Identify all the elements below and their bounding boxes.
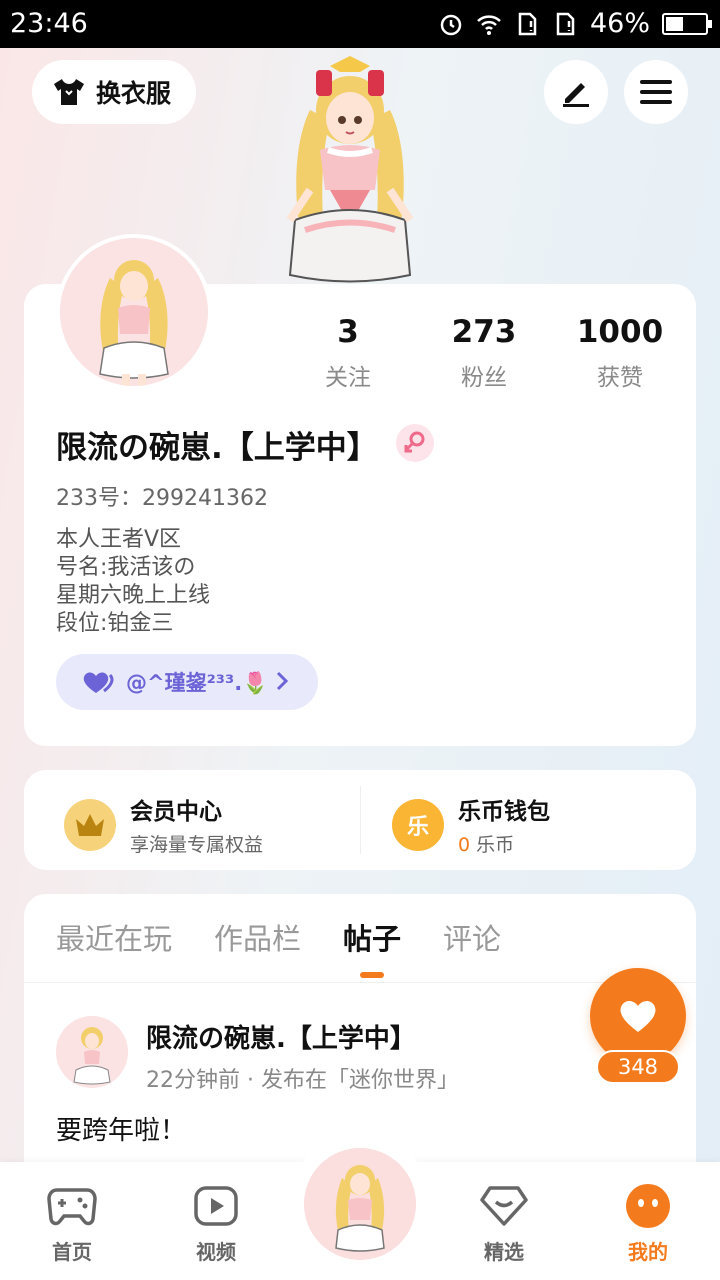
heart-badge-icon: [478, 1182, 530, 1230]
post-author-name[interactable]: 限流の碗崽.【上学中】: [146, 1018, 416, 1055]
female-gender-icon: [396, 424, 434, 462]
bio: 本人王者V区 号名:我活该の 星期六晚上上线 段位:铂金三: [56, 526, 210, 638]
nav-video[interactable]: 视频: [166, 1182, 266, 1265]
hamburger-icon: [640, 80, 672, 104]
tshirt-icon: [54, 79, 84, 105]
post-author-avatar[interactable]: [56, 1016, 128, 1088]
member-center-subtitle: 享海量专属权益: [130, 834, 264, 856]
nav-picks[interactable]: 精选: [454, 1182, 554, 1265]
bio-line: 本人王者V区: [56, 527, 182, 552]
profile-stats: 3 关注 273 粉丝 1000 获赞: [280, 314, 692, 392]
wallet-unit: 乐币: [476, 834, 515, 856]
avatar-image: [60, 238, 208, 386]
bio-line: 号名:我活该の: [56, 555, 196, 580]
play-icon: [190, 1182, 242, 1230]
face-icon: [622, 1182, 674, 1230]
stat-label: 粉丝: [461, 365, 507, 391]
stat-value: 273: [451, 314, 517, 350]
pen-icon: [563, 83, 589, 107]
profile-tabs: 最近在玩 作品栏 帖子 评论: [56, 916, 501, 978]
member-wallet-card: 会员中心 享海量专属权益 乐 乐币钱包 0 乐币: [24, 770, 696, 870]
alarm-icon: [440, 14, 462, 35]
battery-percent: 46%: [589, 8, 650, 39]
bio-line: 星期六晚上上线: [56, 583, 211, 608]
nav-label: 我的: [628, 1240, 668, 1264]
wallet-title: 乐币钱包: [458, 799, 550, 825]
stat-label: 关注: [325, 365, 371, 391]
bio-line: 段位:铂金三: [56, 611, 174, 636]
nav-mine[interactable]: 我的: [598, 1182, 698, 1265]
menu-button[interactable]: [624, 60, 688, 124]
user-id: 233号：299241362: [56, 486, 268, 511]
nav-label: 视频: [196, 1240, 236, 1264]
like-count: 348: [596, 1050, 680, 1084]
stat-label: 获赞: [597, 365, 643, 391]
divider: [24, 982, 696, 983]
stat-value: 3: [337, 314, 359, 350]
stat-value: 1000: [576, 314, 664, 350]
tab-works[interactable]: 作品栏: [214, 916, 301, 958]
coin-icon: 乐: [392, 798, 444, 851]
change-outfit-button[interactable]: 换衣服: [32, 60, 196, 124]
bond-partner-pill[interactable]: @^瑾鋆²³³.🌷: [56, 654, 318, 710]
nav-label: 首页: [52, 1240, 92, 1264]
edit-profile-button[interactable]: [544, 60, 608, 124]
sim2-icon: [556, 12, 575, 35]
tab-posts[interactable]: 帖子: [343, 916, 401, 978]
stat-likes[interactable]: 1000 获赞: [552, 314, 688, 392]
change-outfit-label: 换衣服: [96, 79, 172, 108]
avatar-character-figure[interactable]: [250, 50, 450, 286]
status-time: 23:46: [10, 8, 88, 39]
heart-icon: [620, 1000, 656, 1032]
sim1-icon: [518, 12, 537, 35]
stat-following[interactable]: 3 关注: [280, 314, 416, 392]
post-meta: 22分钟前 · 发布在「迷你世界」: [146, 1068, 459, 1093]
nav-center-avatar[interactable]: [304, 1148, 416, 1260]
tab-recently-played[interactable]: 最近在玩: [56, 916, 172, 958]
chevron-right-icon: [276, 671, 289, 691]
tab-comments[interactable]: 评论: [443, 916, 501, 958]
status-bar: 23:46 46%: [0, 0, 720, 48]
divider: [360, 786, 361, 854]
nav-home[interactable]: 首页: [22, 1182, 122, 1265]
bond-partner-name: @^瑾鋆²³³.🌷: [126, 671, 269, 695]
post-text[interactable]: 要跨年啦！: [56, 1110, 186, 1147]
wifi-icon: [477, 14, 501, 35]
wallet-entry[interactable]: 乐 乐币钱包 0 乐币: [392, 792, 550, 857]
username: 限流の碗崽.【上学中】: [56, 430, 378, 466]
avatar[interactable]: [56, 234, 212, 390]
crown-icon: [64, 798, 116, 851]
double-heart-icon: [83, 672, 114, 693]
battery-icon: [662, 12, 712, 35]
wallet-amount: 0: [458, 834, 471, 856]
member-center-entry[interactable]: 会员中心 享海量专属权益: [64, 792, 263, 857]
member-center-title: 会员中心: [130, 799, 222, 825]
nav-label: 精选: [484, 1240, 524, 1264]
stat-followers[interactable]: 273 粉丝: [416, 314, 552, 392]
gamepad-icon: [46, 1182, 98, 1230]
